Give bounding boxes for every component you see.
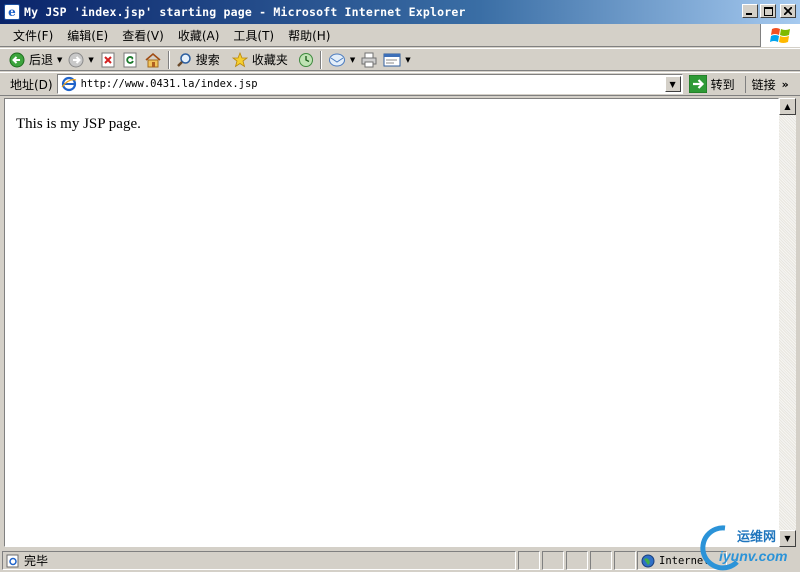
menu-tools[interactable]: 工具(T)	[226, 27, 281, 44]
page-content: This is my JSP page.	[4, 98, 779, 547]
title-bar[interactable]: e My JSP 'index.jsp' starting page - Mic…	[0, 0, 800, 24]
forward-dropdown-icon[interactable]: ▼	[88, 56, 93, 64]
links-toolbar[interactable]: 链接 »	[744, 75, 789, 93]
scroll-up-button[interactable]: ▲	[779, 98, 796, 115]
stop-button[interactable]	[97, 49, 119, 70]
search-button[interactable]: 搜索	[173, 49, 223, 70]
back-dropdown-icon[interactable]: ▼	[57, 56, 62, 64]
address-label: 地址(D)	[10, 77, 53, 92]
go-arrow-icon	[688, 75, 707, 93]
windows-logo-icon	[760, 24, 800, 47]
menu-edit[interactable]: 编辑(E)	[60, 27, 115, 44]
back-button[interactable]: 后退 ▼	[6, 49, 65, 70]
status-pane	[518, 551, 540, 570]
edit-dropdown-icon[interactable]: ▼	[405, 56, 410, 64]
site-watermark: 运维网 iyunv.com	[697, 522, 797, 572]
home-icon	[145, 52, 161, 67]
toolbar-separator	[167, 50, 170, 69]
close-icon	[784, 7, 792, 15]
back-icon	[9, 52, 25, 67]
favorites-icon	[231, 51, 248, 67]
ie-page-icon	[61, 76, 76, 92]
print-icon	[361, 52, 377, 67]
favorites-button[interactable]: 收藏夹	[229, 49, 291, 70]
status-message: 完毕	[2, 551, 516, 570]
address-input[interactable]: http://www.0431.la/index.jsp ▼	[56, 74, 683, 94]
home-button[interactable]	[141, 49, 165, 70]
address-url[interactable]: http://www.0431.la/index.jsp	[81, 78, 258, 90]
standard-toolbar: 后退 ▼ ▼ 搜索 收藏夹 ▼ ▼	[0, 48, 800, 71]
window-controls	[742, 4, 796, 18]
forward-icon	[68, 52, 84, 67]
edit-icon	[383, 53, 401, 66]
minimize-button[interactable]	[742, 4, 758, 18]
history-button[interactable]	[295, 49, 317, 70]
search-icon	[176, 52, 191, 67]
menu-view[interactable]: 查看(V)	[115, 27, 171, 44]
status-pane	[566, 551, 588, 570]
menu-file[interactable]: 文件(F)	[6, 27, 60, 44]
close-button[interactable]	[780, 4, 796, 18]
print-button[interactable]	[358, 49, 380, 70]
toolbar-separator	[319, 50, 322, 69]
address-bar: 地址(D) http://www.0431.la/index.jsp ▼ 转到 …	[0, 72, 800, 96]
mail-button[interactable]: ▼	[325, 49, 358, 70]
vertical-scrollbar[interactable]: ▲ ▼	[779, 98, 796, 547]
refresh-icon	[123, 52, 137, 67]
page-body-text: This is my JSP page.	[16, 116, 141, 132]
chevron-right-icon[interactable]: »	[782, 78, 789, 91]
status-bar: 完毕 Internet	[0, 549, 800, 572]
links-label: 链接	[751, 77, 776, 92]
go-button[interactable]: 转到	[688, 75, 735, 93]
status-pane	[614, 551, 636, 570]
history-icon	[298, 52, 313, 67]
refresh-button[interactable]	[119, 49, 141, 70]
status-pane	[590, 551, 612, 570]
globe-icon	[641, 554, 655, 567]
menu-favorites[interactable]: 收藏(A)	[171, 27, 227, 44]
menu-help[interactable]: 帮助(H)	[281, 27, 337, 44]
status-pane	[542, 551, 564, 570]
ie-page-icon[interactable]: e	[4, 4, 20, 20]
forward-button[interactable]: ▼	[65, 49, 96, 70]
window-title: My JSP 'index.jsp' starting page - Micro…	[24, 5, 466, 19]
maximize-icon	[763, 6, 773, 16]
minimize-icon	[746, 13, 752, 15]
watermark-top: 运维网	[737, 530, 777, 545]
watermark-bottom: iyunv.com	[719, 548, 788, 564]
address-dropdown-button[interactable]: ▼	[664, 76, 681, 92]
stop-icon	[101, 52, 115, 67]
edit-button[interactable]: ▼	[380, 49, 413, 70]
page-done-icon	[6, 554, 19, 567]
maximize-button[interactable]	[760, 4, 776, 18]
menu-bar: 文件(F) 编辑(E) 查看(V) 收藏(A) 工具(T) 帮助(H)	[0, 24, 800, 47]
mail-icon	[328, 53, 345, 66]
mail-dropdown-icon[interactable]: ▼	[350, 56, 355, 64]
